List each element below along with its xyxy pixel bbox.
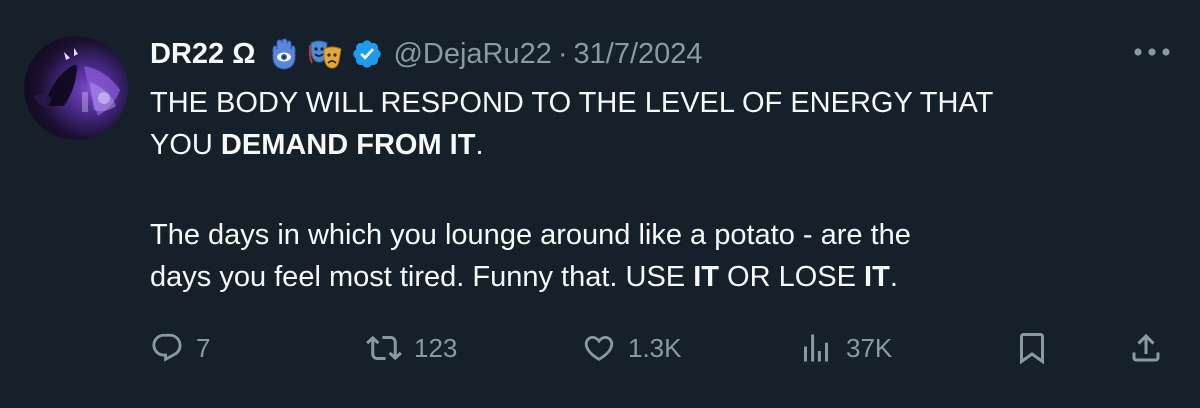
- tweet-text-segment: OR LOSE: [718, 261, 865, 293]
- tweet-line: The days in which you lounge around like…: [150, 214, 1170, 256]
- share-icon: [1128, 330, 1164, 366]
- tweet-text-bold: IT: [864, 261, 890, 293]
- view-count: 37K: [846, 332, 893, 363]
- action-bar: 7 123 1.3K 37K: [150, 326, 1170, 370]
- tweet-date[interactable]: 31/7/2024: [574, 38, 703, 71]
- repost-button[interactable]: 123: [366, 326, 457, 370]
- like-count: 1.3K: [628, 332, 682, 363]
- share-button[interactable]: [1128, 326, 1164, 370]
- tweet-text-segment: .: [889, 261, 898, 293]
- tweet-text-segment: .: [475, 129, 484, 161]
- hamsa-emoji: [265, 37, 299, 71]
- heart-icon: [582, 331, 616, 365]
- bookmark-icon: [1014, 330, 1050, 366]
- tweet-text-bold: IT: [693, 261, 719, 293]
- tweet-text-bold: DEMAND FROM IT: [220, 129, 476, 161]
- reply-count: 7: [196, 332, 211, 363]
- tweet-text-segment: days you feel most tired. Funny that. US…: [150, 261, 694, 293]
- repost-icon: [366, 330, 402, 366]
- tweet-line: YOU DEMAND FROM IT.: [150, 124, 1170, 166]
- tweet-header: DR22 Ω @DejaRu22 · 31/7/2024: [150, 34, 703, 74]
- views-icon: [798, 330, 834, 366]
- tweet-card[interactable]: DR22 Ω @DejaRu22 · 31/7/2024 THE BODY WI…: [0, 0, 1200, 408]
- bookmark-button[interactable]: [1014, 326, 1050, 370]
- avatar[interactable]: [24, 36, 128, 140]
- performing-arts-emoji: [309, 37, 343, 71]
- user-handle[interactable]: @DejaRu22: [393, 38, 551, 71]
- verified-badge-icon: [351, 38, 383, 70]
- tweet-text-segment: THE BODY WILL RESPOND TO THE LEVEL OF EN…: [150, 87, 994, 119]
- like-button[interactable]: 1.3K: [582, 326, 682, 370]
- more-icon[interactable]: [1130, 40, 1174, 64]
- tweet-line: days you feel most tired. Funny that. US…: [150, 256, 1170, 298]
- repost-count: 123: [414, 332, 458, 363]
- tweet-line: THE BODY WILL RESPOND TO THE LEVEL OF EN…: [150, 82, 1170, 124]
- tweet-text-segment: The days in which you lounge around like…: [150, 219, 911, 251]
- reply-button[interactable]: 7: [150, 326, 210, 370]
- views-button[interactable]: 37K: [798, 326, 892, 370]
- reply-icon: [150, 331, 184, 365]
- separator-dot: ·: [557, 37, 568, 70]
- tweet-text: THE BODY WILL RESPOND TO THE LEVEL OF EN…: [150, 82, 1170, 298]
- display-name[interactable]: DR22 Ω: [150, 38, 255, 71]
- tweet-text-segment: YOU: [150, 129, 221, 161]
